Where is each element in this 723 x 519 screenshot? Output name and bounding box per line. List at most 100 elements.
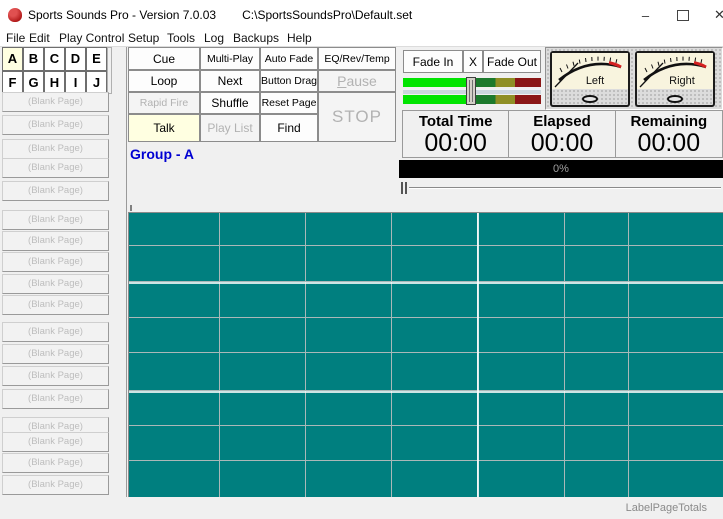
- group-button-j[interactable]: J: [86, 71, 107, 95]
- page-button-17[interactable]: (Blank Page): [2, 453, 109, 473]
- talk-button[interactable]: Talk: [128, 114, 200, 142]
- pad-cell-r8-c3[interactable]: [306, 461, 392, 497]
- pad-cell-r7-c6[interactable]: [565, 426, 629, 461]
- pad-cell-r1-c5[interactable]: [478, 213, 565, 246]
- multi-play-button[interactable]: Multi-Play: [200, 47, 260, 70]
- find-button[interactable]: Find: [260, 114, 318, 142]
- pad-cell-r6-c4[interactable]: [392, 391, 478, 426]
- pad-cell-r2-c4[interactable]: [392, 246, 478, 282]
- page-button-11[interactable]: (Blank Page): [2, 322, 109, 342]
- pad-cell-r1-c1[interactable]: [129, 213, 220, 246]
- page-button-9[interactable]: (Blank Page): [2, 274, 109, 294]
- shuffle-button[interactable]: Shuffle: [200, 92, 260, 114]
- pause-button[interactable]: Pause: [318, 70, 396, 92]
- pad-cell-r6-c7[interactable]: [629, 391, 723, 426]
- pad-cell-r1-c6[interactable]: [565, 213, 629, 246]
- page-button-7[interactable]: (Blank Page): [2, 231, 109, 251]
- volume-slider-thumb[interactable]: [466, 77, 476, 105]
- loop-button[interactable]: Loop: [128, 70, 200, 92]
- menu-item-setup[interactable]: Setup: [128, 31, 159, 45]
- page-button-2[interactable]: (Blank Page): [2, 115, 109, 135]
- close-button[interactable]: ✕: [701, 0, 723, 30]
- pad-cell-r1-c2[interactable]: [220, 213, 306, 246]
- button-drag-button[interactable]: Button Drag: [260, 70, 318, 92]
- pad-cell-r4-c5[interactable]: [478, 318, 565, 353]
- page-button-13[interactable]: (Blank Page): [2, 366, 109, 386]
- pad-cell-r3-c4[interactable]: [392, 282, 478, 318]
- pad-cell-r8-c2[interactable]: [220, 461, 306, 497]
- pad-cell-r7-c3[interactable]: [306, 426, 392, 461]
- pad-cell-r5-c7[interactable]: [629, 353, 723, 391]
- pad-cell-r5-c2[interactable]: [220, 353, 306, 391]
- stop-button[interactable]: STOP: [318, 92, 396, 142]
- pad-cell-r4-c1[interactable]: [129, 318, 220, 353]
- group-button-h[interactable]: H: [44, 71, 65, 95]
- page-button-4[interactable]: (Blank Page): [2, 158, 109, 178]
- pad-cell-r4-c6[interactable]: [565, 318, 629, 353]
- pad-cell-r1-c7[interactable]: [629, 213, 723, 246]
- pad-cell-r5-c5[interactable]: [478, 353, 565, 391]
- rapid-fire-button[interactable]: Rapid Fire: [128, 92, 200, 114]
- cue-button[interactable]: Cue: [128, 47, 200, 70]
- pad-cell-r3-c7[interactable]: [629, 282, 723, 318]
- pad-cell-r7-c1[interactable]: [129, 426, 220, 461]
- pad-cell-r6-c1[interactable]: [129, 391, 220, 426]
- pad-cell-r5-c3[interactable]: [306, 353, 392, 391]
- pad-cell-r2-c1[interactable]: [129, 246, 220, 282]
- group-button-g[interactable]: G: [23, 71, 44, 95]
- pad-cell-r1-c4[interactable]: [392, 213, 478, 246]
- pad-cell-r3-c5[interactable]: [478, 282, 565, 318]
- pad-cell-r7-c5[interactable]: [478, 426, 565, 461]
- pad-cell-r8-c4[interactable]: [392, 461, 478, 497]
- pad-cell-r1-c3[interactable]: [306, 213, 392, 246]
- page-button-18[interactable]: (Blank Page): [2, 475, 109, 495]
- page-button-8[interactable]: (Blank Page): [2, 252, 109, 272]
- pad-cell-r5-c1[interactable]: [129, 353, 220, 391]
- page-button-5[interactable]: (Blank Page): [2, 181, 109, 201]
- play-list-button[interactable]: Play List: [200, 114, 260, 142]
- pad-cell-r2-c5[interactable]: [478, 246, 565, 282]
- group-button-b[interactable]: B: [23, 47, 44, 71]
- menu-item-tools[interactable]: Tools: [167, 31, 195, 45]
- pad-cell-r3-c3[interactable]: [306, 282, 392, 318]
- pad-cell-r3-c1[interactable]: [129, 282, 220, 318]
- seek-trackbar[interactable]: [399, 181, 723, 195]
- pad-cell-r6-c6[interactable]: [565, 391, 629, 426]
- fade-out-button[interactable]: Fade Out: [483, 50, 541, 73]
- page-button-6[interactable]: (Blank Page): [2, 210, 109, 230]
- next-button[interactable]: Next: [200, 70, 260, 92]
- auto-fade-button[interactable]: Auto Fade: [260, 47, 318, 70]
- menu-item-edit[interactable]: Edit: [29, 31, 50, 45]
- group-button-i[interactable]: I: [65, 71, 86, 95]
- pad-cell-r3-c6[interactable]: [565, 282, 629, 318]
- eq-rev-temp-button[interactable]: EQ/Rev/Temp: [318, 47, 396, 70]
- page-button-16[interactable]: (Blank Page): [2, 432, 109, 452]
- pad-cell-r2-c3[interactable]: [306, 246, 392, 282]
- page-button-10[interactable]: (Blank Page): [2, 295, 109, 315]
- pad-cell-r7-c2[interactable]: [220, 426, 306, 461]
- menu-item-log[interactable]: Log: [204, 31, 224, 45]
- pad-cell-r4-c2[interactable]: [220, 318, 306, 353]
- page-button-3[interactable]: (Blank Page): [2, 139, 109, 159]
- pad-cell-r2-c7[interactable]: [629, 246, 723, 282]
- pad-cell-r7-c7[interactable]: [629, 426, 723, 461]
- group-button-f[interactable]: F: [2, 71, 23, 95]
- pad-cell-r6-c2[interactable]: [220, 391, 306, 426]
- pad-cell-r5-c6[interactable]: [565, 353, 629, 391]
- pad-cell-r4-c4[interactable]: [392, 318, 478, 353]
- group-button-a[interactable]: A: [2, 47, 23, 71]
- group-button-c[interactable]: C: [44, 47, 65, 71]
- pad-cell-r8-c5[interactable]: [478, 461, 565, 497]
- group-button-e[interactable]: E: [86, 47, 107, 71]
- page-button-14[interactable]: (Blank Page): [2, 389, 109, 409]
- pad-cell-r4-c3[interactable]: [306, 318, 392, 353]
- pad-cell-r5-c4[interactable]: [392, 353, 478, 391]
- page-button-12[interactable]: (Blank Page): [2, 344, 109, 364]
- pad-cell-r8-c7[interactable]: [629, 461, 723, 497]
- pad-cell-r6-c5[interactable]: [478, 391, 565, 426]
- pad-cell-r6-c3[interactable]: [306, 391, 392, 426]
- pad-cell-r3-c2[interactable]: [220, 282, 306, 318]
- pad-cell-r4-c7[interactable]: [629, 318, 723, 353]
- menu-item-file[interactable]: File: [6, 31, 25, 45]
- menu-item-play-control[interactable]: Play Control: [59, 31, 124, 45]
